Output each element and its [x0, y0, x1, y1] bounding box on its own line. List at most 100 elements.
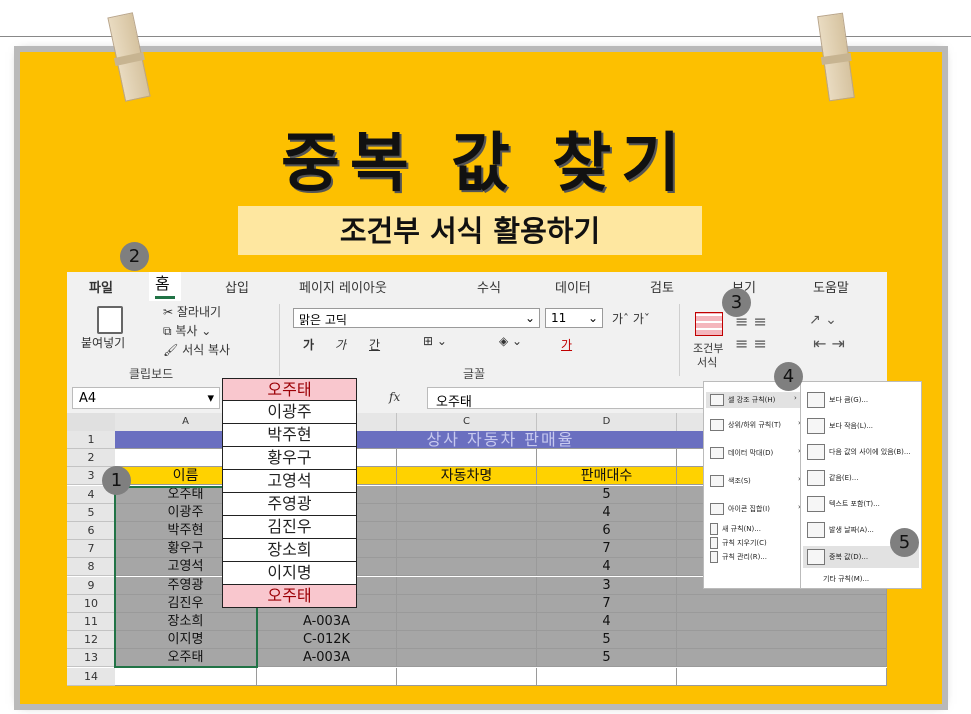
- extra-cell[interactable]: [677, 613, 887, 631]
- row-header[interactable]: 6: [67, 522, 115, 540]
- cell[interactable]: [537, 667, 677, 686]
- copy-button[interactable]: ⧉ 복사 ⌄: [163, 322, 211, 339]
- sales-cell[interactable]: 7: [537, 540, 677, 559]
- row-header[interactable]: 2: [67, 449, 115, 468]
- extra-cell[interactable]: [677, 649, 887, 668]
- row-header[interactable]: 14: [67, 667, 115, 686]
- sales-cell[interactable]: 5: [537, 649, 677, 668]
- extra-cell[interactable]: [677, 631, 887, 650]
- sales-cell[interactable]: 5: [537, 485, 677, 504]
- car-cell[interactable]: [397, 649, 537, 668]
- car-cell[interactable]: [397, 631, 537, 650]
- submenu-item[interactable]: 보다 작음(L)...: [807, 418, 873, 434]
- cf-menu-item[interactable]: 상위/하위 규칙(T)›: [710, 419, 801, 431]
- select-all-corner[interactable]: [67, 413, 115, 431]
- cf-menu-item[interactable]: 규칙 지우기(C): [710, 537, 767, 549]
- sales-cell[interactable]: 4: [537, 613, 677, 631]
- cf-menu-item[interactable]: 색조(S)›: [710, 475, 801, 487]
- submenu-item[interactable]: 같음(E)...: [807, 470, 858, 486]
- car-cell[interactable]: [397, 576, 537, 595]
- ribbon-separator: [679, 304, 680, 376]
- row-header[interactable]: 10: [67, 594, 115, 613]
- font-color-button[interactable]: 가: [561, 336, 572, 353]
- cf-menu-item[interactable]: 데이터 막대(D)›: [710, 447, 801, 459]
- col-header-d[interactable]: D: [537, 413, 677, 431]
- sales-cell[interactable]: 3: [537, 576, 677, 595]
- border-icon[interactable]: ⊞ ⌄: [423, 334, 447, 348]
- submenu-item[interactable]: 다음 값의 사이에 있음(B)...: [807, 444, 911, 460]
- cell[interactable]: [537, 449, 677, 468]
- cell[interactable]: [677, 667, 887, 686]
- cell[interactable]: [397, 667, 537, 686]
- cell[interactable]: [257, 667, 397, 686]
- function-icon[interactable]: fx: [389, 390, 400, 404]
- sales-cell[interactable]: 4: [537, 558, 677, 577]
- car-cell[interactable]: [397, 594, 537, 613]
- format-painter-button[interactable]: 🖌 서식 복사: [163, 341, 230, 358]
- code-cell[interactable]: C-012K: [257, 631, 397, 650]
- cut-button[interactable]: ✂ 잘라내기: [163, 303, 221, 320]
- code-cell[interactable]: A-003A: [257, 613, 397, 631]
- car-cell[interactable]: [397, 540, 537, 559]
- paste-button[interactable]: 붙여넣기: [81, 334, 125, 351]
- tab-formulas[interactable]: 수식: [477, 277, 501, 296]
- cf-menu-item[interactable]: 새 규칙(N)...: [710, 523, 761, 535]
- row-header[interactable]: 13: [67, 649, 115, 668]
- rule-icon: [710, 537, 718, 549]
- col-header-c[interactable]: C: [397, 413, 537, 431]
- paste-icon[interactable]: [97, 306, 123, 334]
- row-header[interactable]: 9: [67, 576, 115, 595]
- cell[interactable]: [397, 449, 537, 468]
- cf-menu-item[interactable]: 아이콘 집합(I)›: [710, 503, 801, 515]
- extra-cell[interactable]: [677, 594, 887, 613]
- row-header[interactable]: 12: [67, 631, 115, 650]
- font-name-select[interactable]: 맑은 고딕 ⌄: [293, 308, 540, 328]
- tab-review[interactable]: 검토: [650, 277, 674, 296]
- row-header[interactable]: 1: [67, 431, 115, 449]
- conditional-format-icon[interactable]: [695, 312, 723, 336]
- submenu-item[interactable]: 텍스트 포함(T)...: [807, 496, 880, 512]
- car-cell[interactable]: [397, 522, 537, 540]
- tab-insert[interactable]: 삽입: [225, 277, 249, 296]
- code-cell[interactable]: A-003A: [257, 649, 397, 668]
- row-header[interactable]: 11: [67, 613, 115, 631]
- sales-cell[interactable]: 6: [537, 522, 677, 540]
- cf-menu-item[interactable]: 셀 강조 규칙(H) ›: [706, 392, 800, 408]
- italic-button[interactable]: 가: [335, 336, 346, 353]
- align-icons-row2[interactable]: ≡ ≡: [735, 334, 767, 353]
- underline-button[interactable]: 간: [369, 336, 380, 353]
- cf-menu-item[interactable]: 규칙 관리(R)...: [710, 551, 767, 563]
- car-cell[interactable]: [397, 558, 537, 577]
- tab-home[interactable]: 홈: [149, 272, 181, 301]
- tab-help[interactable]: 도움말: [813, 277, 849, 296]
- font-size-select[interactable]: 11 ⌄: [545, 308, 603, 328]
- car-cell[interactable]: [397, 613, 537, 631]
- car-cell[interactable]: [397, 503, 537, 522]
- car-cell[interactable]: [397, 485, 537, 504]
- header-cell[interactable]: 판매대수: [537, 467, 677, 486]
- dropdown-arrow-icon: ▾: [207, 391, 214, 406]
- sales-cell[interactable]: 4: [537, 503, 677, 522]
- name-box[interactable]: A4 ▾: [72, 387, 220, 409]
- bold-button[interactable]: 가: [303, 336, 314, 353]
- grow-font-icon[interactable]: 가ˆ 가ˇ: [612, 310, 650, 327]
- tab-file[interactable]: 파일: [89, 277, 113, 296]
- conditional-format-button-label2[interactable]: 서식: [697, 354, 717, 370]
- row-header[interactable]: 5: [67, 503, 115, 522]
- indent-icons[interactable]: ⇤ ⇥: [813, 334, 845, 353]
- tab-data[interactable]: 데이터: [555, 277, 591, 296]
- rule-icon: [710, 475, 724, 487]
- row-header[interactable]: 7: [67, 540, 115, 559]
- orientation-icon[interactable]: ↗ ⌄: [809, 312, 837, 328]
- submenu-item[interactable]: 보다 큼(G)...: [807, 392, 868, 408]
- sales-cell[interactable]: 7: [537, 594, 677, 613]
- submenu-item[interactable]: 발생 날짜(A)...: [807, 522, 874, 538]
- name-list-item: 이지명: [222, 562, 357, 585]
- submenu-item[interactable]: 기타 규칙(M)...: [807, 574, 869, 584]
- sales-cell[interactable]: 5: [537, 631, 677, 650]
- tab-page-layout[interactable]: 페이지 레이아웃: [299, 277, 387, 296]
- header-cell[interactable]: 자동차명: [397, 467, 537, 486]
- fill-color-icon[interactable]: ◈ ⌄: [499, 334, 522, 348]
- cell[interactable]: [115, 667, 257, 686]
- row-header[interactable]: 8: [67, 558, 115, 577]
